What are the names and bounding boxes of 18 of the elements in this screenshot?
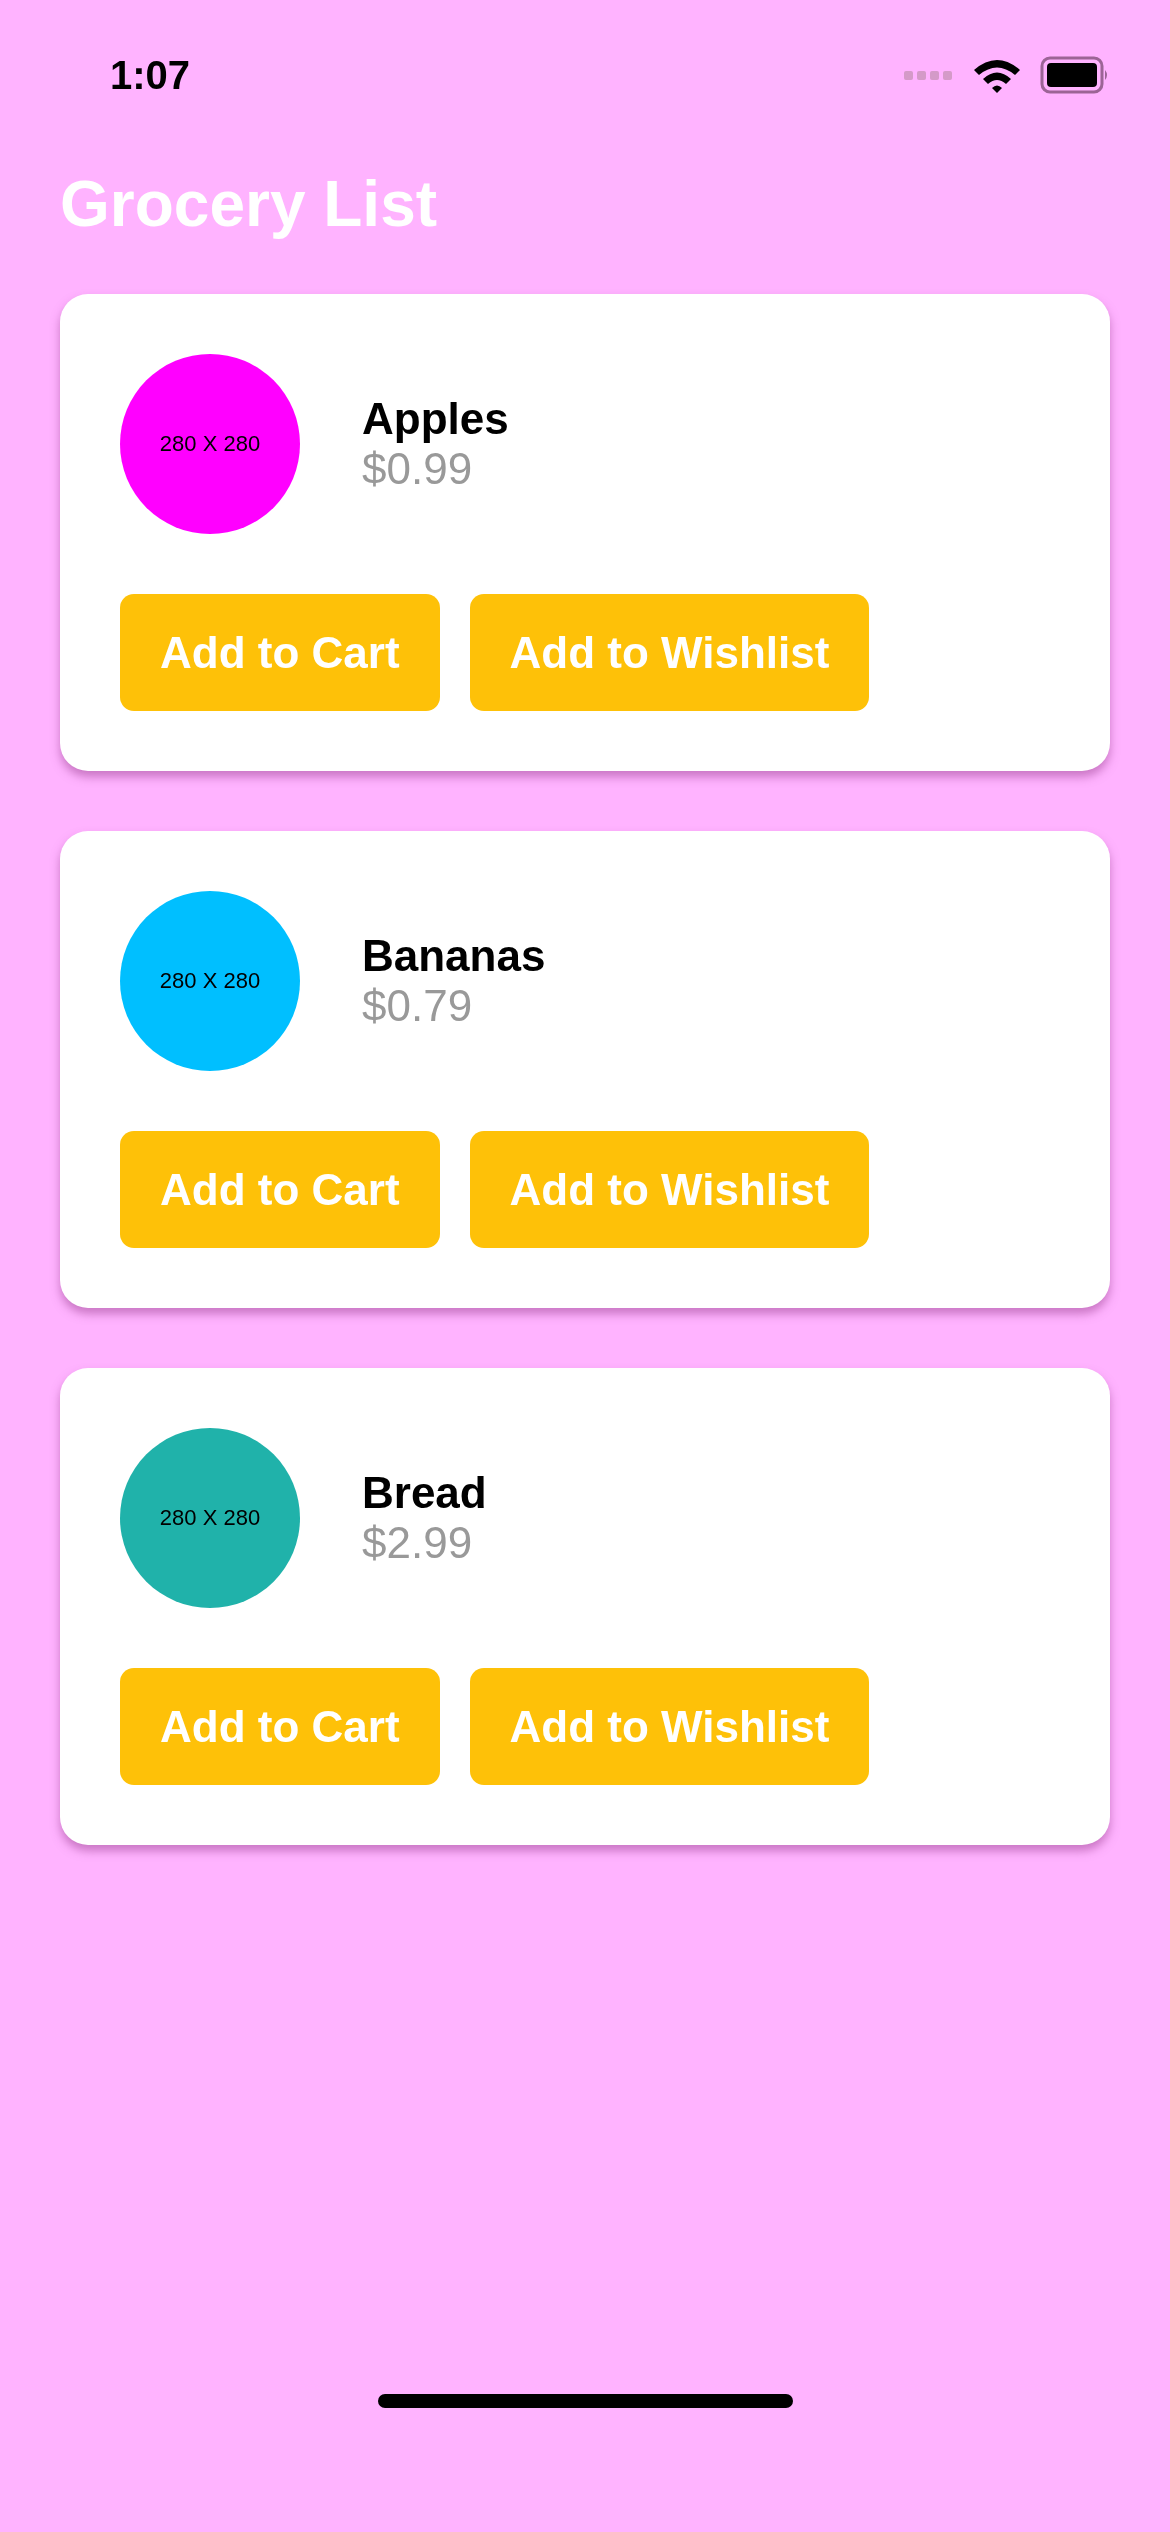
product-name: Bananas [362,931,546,981]
image-size-label: 280 X 280 [159,1505,261,1531]
image-size-label: 280 X 280 [159,431,261,457]
add-to-wishlist-button[interactable]: Add to Wishlist [469,594,870,711]
add-to-cart-button[interactable]: Add to Cart [120,594,440,711]
image-size-label: 280 X 280 [159,968,261,994]
product-price: $0.79 [362,981,474,1031]
add-to-cart-button[interactable]: Add to Cart [120,1131,440,1248]
battery-icon [1040,56,1110,94]
product-name: Bread [362,1468,487,1518]
add-to-wishlist-button[interactable]: Add to Wishlist [469,1131,870,1248]
add-to-wishlist-button[interactable]: Add to Wishlist [469,1668,870,1785]
signal-icon [904,68,954,82]
status-time: 1:07 [110,52,191,98]
product-price: $0.99 [362,444,474,494]
product-name: Apples [362,394,509,444]
add-to-cart-button[interactable]: Add to Cart [120,1668,440,1785]
product-price: $2.99 [362,1518,474,1568]
